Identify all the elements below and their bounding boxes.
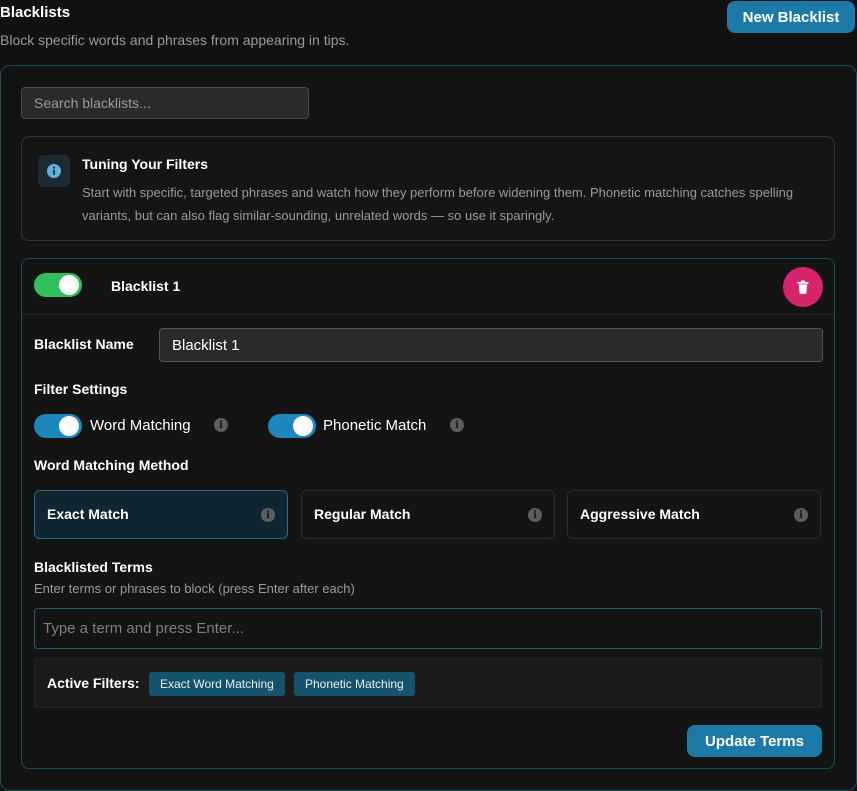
method-label: Regular Match [314, 506, 411, 522]
phonetic-match-toggle[interactable] [268, 414, 316, 438]
word-matching-info-icon[interactable]: i [214, 418, 228, 432]
word-matching-label: Word Matching [90, 417, 191, 434]
blacklist-title: Blacklist 1 [111, 278, 181, 294]
tips-title: Tuning Your Filters [82, 156, 208, 172]
page: Blacklists Block specific words and phra… [0, 0, 857, 791]
info-icon [38, 155, 70, 187]
page-subtitle: Block specific words and phrases from ap… [0, 32, 350, 48]
method-label: Exact Match [47, 506, 129, 522]
method-exact-match[interactable]: Exact Match i [34, 490, 288, 539]
blacklist-card-header: Blacklist 1 [22, 259, 834, 315]
active-filters-label: Active Filters: [47, 675, 140, 691]
new-blacklist-button[interactable]: New Blacklist [727, 1, 855, 33]
page-title: Blacklists [0, 4, 71, 21]
filter-chip-exact-word-matching: Exact Word Matching [149, 672, 285, 696]
filter-chip-phonetic-matching: Phonetic Matching [294, 672, 415, 696]
delete-blacklist-button[interactable] [783, 267, 823, 307]
blacklisted-terms-label: Blacklisted Terms [34, 559, 153, 575]
blacklist-name-label: Blacklist Name [34, 336, 134, 352]
blacklist-enabled-toggle[interactable] [34, 273, 82, 297]
aggressive-match-info-icon[interactable]: i [794, 508, 808, 522]
word-matching-toggle[interactable] [34, 414, 82, 438]
regular-match-info-icon[interactable]: i [528, 508, 542, 522]
exact-match-info-icon[interactable]: i [261, 508, 275, 522]
tips-text: Start with specific, targeted phrases an… [82, 185, 794, 223]
search-input[interactable] [21, 87, 309, 119]
term-input[interactable] [34, 608, 822, 649]
method-label: Aggressive Match [580, 506, 700, 522]
method-aggressive-match[interactable]: Aggressive Match i [567, 490, 821, 539]
method-regular-match[interactable]: Regular Match i [301, 490, 555, 539]
phonetic-match-info-icon[interactable]: i [450, 418, 464, 432]
tips-box: Tuning Your Filters Start with specific,… [21, 136, 835, 241]
update-terms-button[interactable]: Update Terms [687, 725, 822, 757]
trash-icon [797, 280, 809, 294]
active-filters-box: Active Filters: Exact Word Matching Phon… [34, 658, 822, 708]
blacklist-card: Blacklist 1 Blacklist Name Filter Settin… [21, 258, 835, 769]
phonetic-match-label: Phonetic Match [323, 417, 427, 434]
blacklist-name-input[interactable] [159, 328, 823, 362]
blacklisted-terms-hint: Enter terms or phrases to block (press E… [34, 581, 355, 596]
filter-settings-label: Filter Settings [34, 381, 128, 397]
word-matching-method-label: Word Matching Method [34, 457, 189, 473]
